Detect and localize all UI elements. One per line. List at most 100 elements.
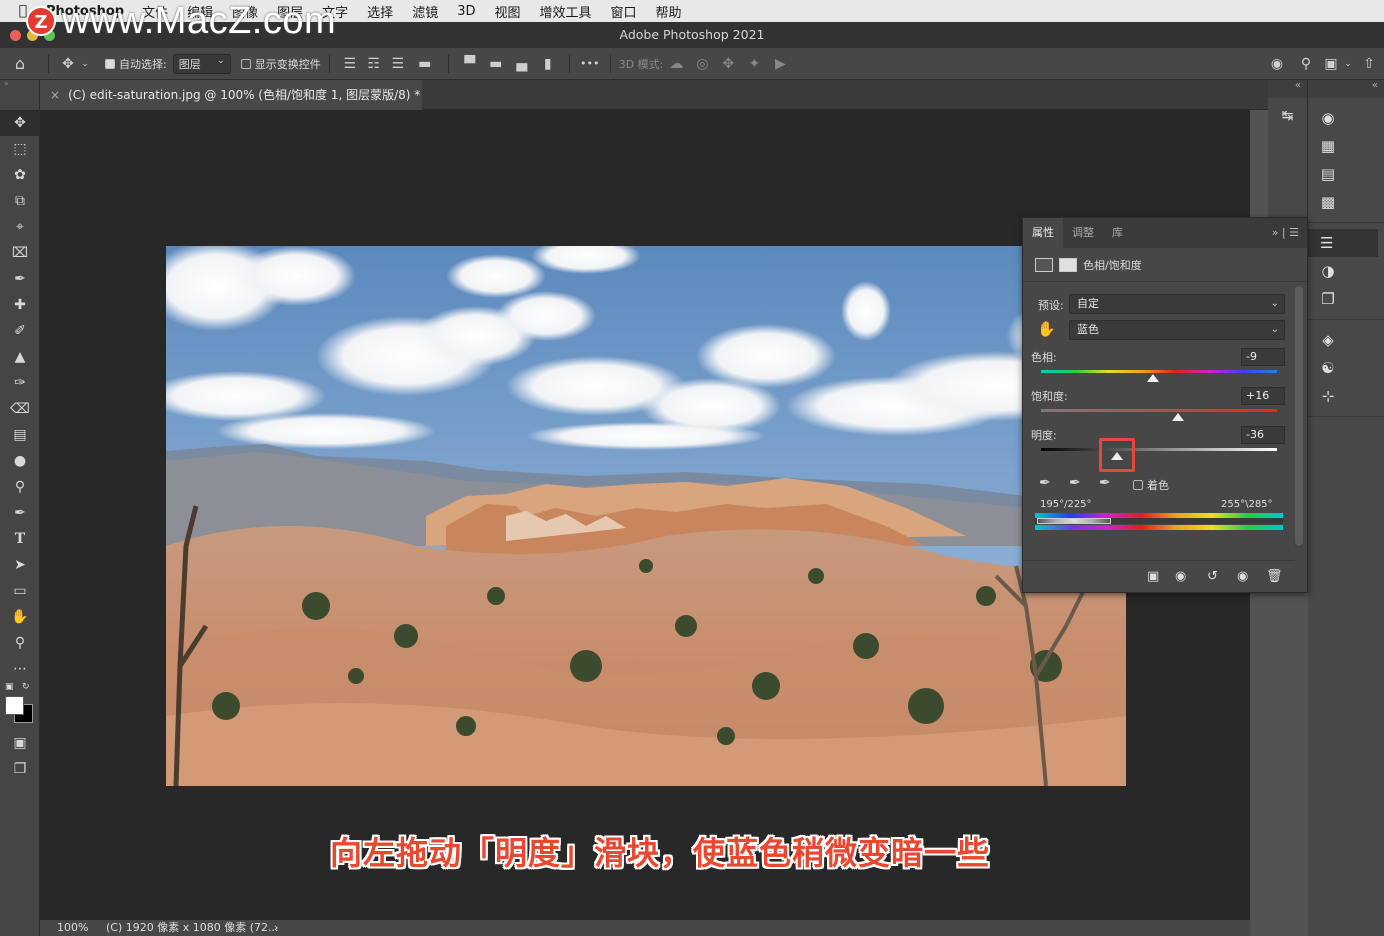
- history-brush-tool-icon[interactable]: ✑: [0, 370, 40, 396]
- close-tab-icon[interactable]: ×: [50, 88, 60, 102]
- lasso-tool-icon[interactable]: ✿: [0, 162, 40, 188]
- colorize-checkbox[interactable]: 着色: [1133, 477, 1169, 493]
- align-bottom-icon[interactable]: ▄: [509, 56, 535, 72]
- color-panel-icon[interactable]: ◉: [1308, 104, 1348, 132]
- share-cloud-icon[interactable]: ◉: [1262, 56, 1292, 72]
- distribute-icon[interactable]: ▬: [410, 56, 440, 72]
- chevron-down-icon[interactable]: ⌄: [1342, 59, 1354, 69]
- move-tool-preset-icon[interactable]: ✥: [57, 56, 79, 72]
- distribute-vertical-icon[interactable]: ▮: [535, 56, 561, 72]
- gradients-panel-icon[interactable]: ▤: [1308, 160, 1348, 188]
- align-middle-icon[interactable]: ▬: [483, 56, 509, 72]
- swatches-panel-icon[interactable]: ▦: [1308, 132, 1348, 160]
- tab-adjustments[interactable]: 调整: [1063, 218, 1103, 248]
- search-icon[interactable]: ⚲: [1292, 56, 1320, 72]
- menu-help[interactable]: 帮助: [656, 2, 682, 21]
- 3d-slide-icon[interactable]: ✦: [741, 56, 767, 72]
- lightness-value-input[interactable]: -36: [1241, 426, 1285, 444]
- saturation-slider-thumb[interactable]: [1171, 413, 1184, 421]
- menu-3d[interactable]: 3D: [457, 4, 475, 19]
- zoom-tool-icon[interactable]: ⚲: [0, 630, 40, 656]
- type-tool-icon[interactable]: T: [0, 526, 40, 552]
- pen-tool-icon[interactable]: ✒: [0, 500, 40, 526]
- adjustments-panel-icon[interactable]: ◑: [1308, 257, 1348, 285]
- eyedropper-tool-icon[interactable]: ✒: [0, 266, 40, 292]
- range-selection-bar[interactable]: [1037, 518, 1111, 524]
- 3d-scale-icon[interactable]: ▶: [767, 56, 793, 72]
- paths-panel-icon[interactable]: ⊹: [1308, 382, 1348, 410]
- tab-libraries[interactable]: 库: [1103, 218, 1132, 248]
- chevron-down-icon[interactable]: ⌄: [79, 59, 91, 69]
- layers-panel-icon[interactable]: ◈: [1308, 326, 1348, 354]
- channels-panel-icon[interactable]: ☯: [1308, 354, 1348, 382]
- delete-trash-icon[interactable]: 🗑: [1266, 569, 1283, 584]
- collapse-dock-icon[interactable]: «: [1268, 80, 1307, 98]
- target-adjustment-hand-icon[interactable]: ✋: [1037, 320, 1056, 338]
- healing-brush-tool-icon[interactable]: ✚: [0, 292, 40, 318]
- visibility-eye-icon[interactable]: ◉: [1237, 569, 1248, 584]
- align-center-icon[interactable]: ☶: [362, 56, 386, 72]
- align-top-icon[interactable]: ▀: [457, 56, 483, 72]
- dodge-tool-icon[interactable]: ⚲: [0, 474, 40, 500]
- expand-tools-icon[interactable]: »: [0, 80, 39, 88]
- view-previous-state-icon[interactable]: ◉: [1175, 569, 1186, 584]
- tab-properties[interactable]: 属性: [1023, 218, 1063, 248]
- properties-panel-icon[interactable]: ☰: [1308, 229, 1378, 257]
- close-window-button[interactable]: [10, 30, 21, 41]
- zoom-level[interactable]: 100%: [57, 920, 88, 936]
- clone-stamp-tool-icon[interactable]: ▲: [0, 344, 40, 370]
- more-options-button[interactable]: •••: [578, 57, 602, 70]
- saturation-slider-track[interactable]: [1041, 409, 1277, 412]
- hue-slider-thumb[interactable]: [1147, 374, 1160, 382]
- collapse-dock-icon[interactable]: «: [1308, 80, 1384, 98]
- eyedropper-minus-icon[interactable]: ✒: [1099, 475, 1111, 491]
- adjustment-layer-icon[interactable]: [1035, 257, 1053, 272]
- workspace-icon[interactable]: ▣: [1320, 56, 1342, 72]
- 3d-roll-icon[interactable]: ◎: [689, 56, 715, 72]
- panel-menu-icon[interactable]: » | ☰: [1272, 226, 1299, 239]
- path-selection-tool-icon[interactable]: ➤: [0, 552, 40, 578]
- 3d-orbit-icon[interactable]: ☁: [663, 56, 689, 72]
- hue-value-input[interactable]: -9: [1241, 348, 1285, 366]
- show-transform-checkbox[interactable]: 显示变换控件: [240, 56, 321, 72]
- menu-select[interactable]: 选择: [367, 2, 393, 21]
- blur-tool-icon[interactable]: ●: [0, 448, 40, 474]
- gradient-tool-icon[interactable]: ▤: [0, 422, 40, 448]
- menu-window[interactable]: 窗口: [611, 2, 637, 21]
- hue-slider-track[interactable]: [1041, 370, 1277, 373]
- eraser-tool-icon[interactable]: ⌫: [0, 396, 40, 422]
- layer-mask-icon[interactable]: [1059, 257, 1077, 272]
- auto-select-checkbox[interactable]: 自动选择:: [105, 56, 167, 72]
- swap-colors-icon[interactable]: ↻: [22, 682, 30, 692]
- document-info[interactable]: (C) 1920 像素 x 1080 像素 (72...: [106, 920, 279, 936]
- eyedropper-plus-icon[interactable]: ✒: [1069, 475, 1081, 491]
- document-tab[interactable]: × (C) edit-saturation.jpg @ 100% (色相/饱和度 …: [40, 80, 422, 110]
- home-icon[interactable]: ⌂: [0, 54, 40, 73]
- hand-tool-icon[interactable]: ✋: [0, 604, 40, 630]
- libraries-panel-icon[interactable]: ❐: [1308, 285, 1348, 313]
- saturation-value-input[interactable]: +16: [1241, 387, 1285, 405]
- share-icon[interactable]: ⇧: [1354, 56, 1384, 72]
- align-right-icon[interactable]: ☰: [386, 56, 410, 72]
- patterns-panel-icon[interactable]: ▩: [1308, 188, 1348, 216]
- default-colors-icon[interactable]: ▣: [5, 682, 14, 692]
- chevron-right-icon[interactable]: ›: [274, 920, 278, 936]
- scrollbar-thumb[interactable]: [1295, 286, 1303, 546]
- more-tools-icon[interactable]: ⋯: [0, 656, 40, 682]
- panel-scrollbar[interactable]: [1295, 286, 1303, 548]
- brush-tool-icon[interactable]: ✐: [0, 318, 40, 344]
- history-panel-icon[interactable]: ↹: [1268, 108, 1307, 124]
- 3d-pan-icon[interactable]: ✥: [715, 56, 741, 72]
- quick-mask-icon[interactable]: ▣: [0, 730, 40, 756]
- clip-to-layer-icon[interactable]: ▣: [1147, 569, 1159, 584]
- menu-plugins[interactable]: 增效工具: [540, 2, 592, 21]
- preset-dropdown[interactable]: 自定 ⌄: [1069, 294, 1285, 314]
- menu-view[interactable]: 视图: [494, 2, 520, 21]
- channel-dropdown[interactable]: 蓝色 ⌄: [1069, 320, 1285, 340]
- align-left-icon[interactable]: ☰: [338, 56, 362, 72]
- screen-mode-icon[interactable]: ❐: [0, 756, 40, 782]
- eyedropper-icon[interactable]: ✒: [1039, 475, 1051, 491]
- marquee-tool-icon[interactable]: ⬚: [0, 136, 40, 162]
- foreground-color-swatch[interactable]: [5, 696, 24, 715]
- rectangle-tool-icon[interactable]: ▭: [0, 578, 40, 604]
